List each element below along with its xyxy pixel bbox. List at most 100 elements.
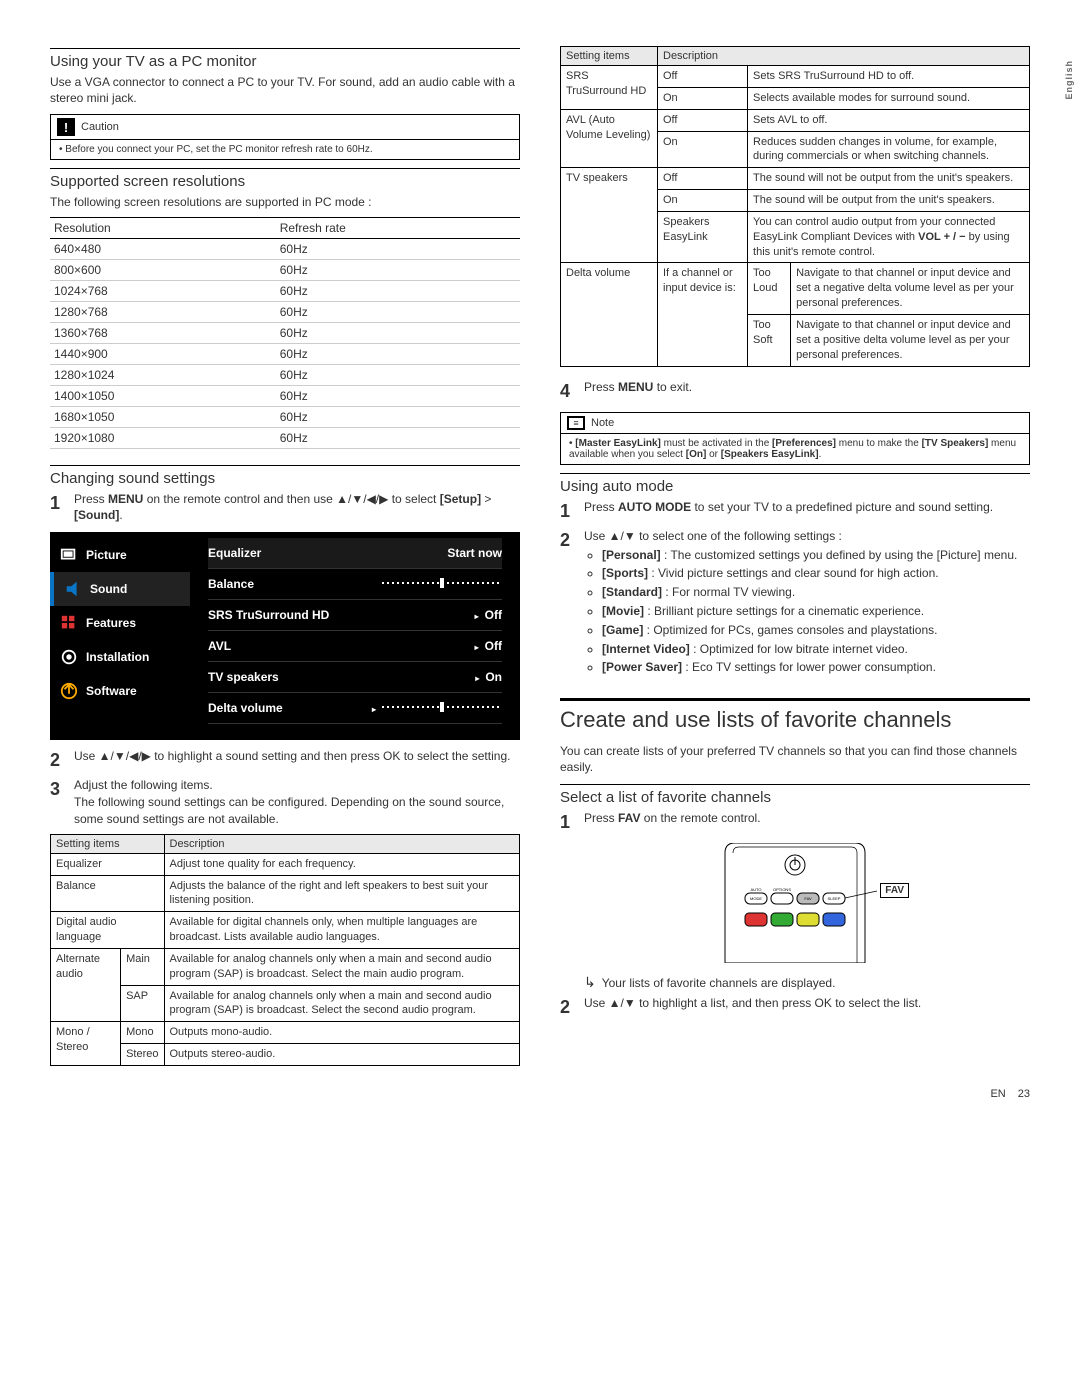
res-cell: 1280×768 <box>50 301 276 322</box>
t2-tvsp-off: Off <box>658 168 748 190</box>
list-item: [Game] : Optimized for PCs, games consol… <box>602 622 1030 639</box>
t2-delta-softd: Navigate to that channel or input device… <box>791 314 1030 366</box>
footer-page: 23 <box>1018 1088 1030 1100</box>
osd-row-name: AVL <box>208 639 231 653</box>
res-th2: Refresh rate <box>276 217 520 238</box>
t2-srs: SRS TruSurround HD <box>561 66 658 110</box>
sound-step2: Use ▲/▼/◀/▶ to highlight a sound setting… <box>74 748 520 773</box>
remote-btn-fav: FAV <box>804 896 812 901</box>
osd-icon <box>60 546 78 564</box>
t2-delta-loud: Too Loud <box>748 263 791 315</box>
osd-menu-picture: Picture <box>50 538 190 572</box>
t1-r3c2: Main <box>121 948 164 985</box>
osd-row: AVL▸Off <box>208 631 502 662</box>
sound-step3: Adjust the following items. The followin… <box>74 777 520 827</box>
sound-step1: Press MENU on the remote control and the… <box>74 491 520 525</box>
osd-screenshot: PictureSoundFeaturesInstallationSoftware… <box>50 532 520 740</box>
left-column: Using your TV as a PC monitor Use a VGA … <box>50 40 520 1078</box>
t2-delta-mid: If a channel or input device is: <box>658 263 748 366</box>
res-cell: 1280×1024 <box>50 364 276 385</box>
t1-r2d: Available for digital channels only, whe… <box>164 912 520 949</box>
list-item: [Standard] : For normal TV viewing. <box>602 584 1030 601</box>
osd-icon <box>60 648 78 666</box>
t1-h2: Description <box>164 834 520 853</box>
fav-step2: Use ▲/▼ to highlight a list, and then pr… <box>584 995 1030 1020</box>
note-label: Note <box>591 417 614 429</box>
hz-cell: 60Hz <box>276 385 520 406</box>
footer-lang: EN <box>990 1088 1005 1100</box>
list-item: [Internet Video] : Optimized for low bit… <box>602 641 1030 658</box>
t2-tvsp-el: Speakers EasyLink <box>658 211 748 263</box>
heading-sound: Changing sound settings <box>50 465 520 487</box>
res-cell: 1440×900 <box>50 343 276 364</box>
remote-illustration: FAV AUTOMODE OPTIONS FAV SLEEP <box>695 843 895 966</box>
auto-step1: Press AUTO MODE to set your TV to a pred… <box>584 499 1030 524</box>
language-tab: English <box>1064 60 1074 100</box>
t1-r1d: Adjusts the balance of the right and lef… <box>164 875 520 912</box>
heading-resolutions: Supported screen resolutions <box>50 168 520 190</box>
fav-callout: FAV <box>880 883 909 898</box>
t2-h2: Description <box>658 47 1030 66</box>
t2-delta-loudd: Navigate to that channel or input device… <box>791 263 1030 315</box>
t2-srs-off: Off <box>658 66 748 88</box>
table-row: 1280×76860Hz <box>50 301 520 322</box>
page-columns: Using your TV as a PC monitor Use a VGA … <box>50 40 1030 1078</box>
res-cell: 640×480 <box>50 238 276 259</box>
t1-r3d: Available for analog channels only when … <box>164 948 520 985</box>
t1-r0c1: Equalizer <box>51 853 165 875</box>
pc-monitor-intro: Use a VGA connector to connect a PC to y… <box>50 74 520 106</box>
osd-icon <box>64 580 82 598</box>
res-cell: 800×600 <box>50 259 276 280</box>
fav-step1: Press FAV on the remote control. <box>584 810 1030 835</box>
right-column: Setting items Description SRS TruSurroun… <box>560 40 1030 1078</box>
osd-row-name: TV speakers <box>208 670 279 684</box>
res-cell: 1400×1050 <box>50 385 276 406</box>
osd-menu-label: Software <box>86 684 137 698</box>
table-row: 1024×76860Hz <box>50 280 520 301</box>
resolution-table: Resolution Refresh rate 640×48060Hz800×6… <box>50 217 520 449</box>
t1-r6c2: Stereo <box>121 1044 164 1066</box>
t1-r3c1: Alternate audio <box>51 948 121 1021</box>
t2-avl-off: Off <box>658 109 748 131</box>
hz-cell: 60Hz <box>276 280 520 301</box>
res-th1: Resolution <box>50 217 276 238</box>
caution-label: Caution <box>81 121 119 133</box>
t1-r5d: Outputs mono-audio. <box>164 1022 520 1044</box>
t2-tvsp-offd: The sound will not be output from the un… <box>748 168 1030 190</box>
sound-settings-table-1: Setting items Description EqualizerAdjus… <box>50 834 520 1066</box>
table-row: 640×48060Hz <box>50 238 520 259</box>
fav-result: ↳Your lists of favorite channels are dis… <box>560 974 1030 991</box>
table-row: 1680×105060Hz <box>50 406 520 427</box>
t1-r0d: Adjust tone quality for each frequency. <box>164 853 520 875</box>
caution-box: ! Caution • Before you connect your PC, … <box>50 114 520 160</box>
list-item: [Power Saver] : Eco TV settings for lowe… <box>602 659 1030 676</box>
hz-cell: 60Hz <box>276 238 520 259</box>
table-row: 800×60060Hz <box>50 259 520 280</box>
osd-row: TV speakers▸On <box>208 662 502 693</box>
t1-r2c1: Digital audio language <box>51 912 165 949</box>
osd-icon <box>60 682 78 700</box>
osd-row: Balance <box>208 569 502 600</box>
list-item: [Sports] : Vivid picture settings and cl… <box>602 565 1030 582</box>
osd-row-name: Delta volume <box>208 701 283 715</box>
caution-body: Before you connect your PC, set the PC m… <box>65 144 372 155</box>
t2-avl-ond: Reduces sudden changes in volume, for ex… <box>748 131 1030 168</box>
fav-intro: You can create lists of your preferred T… <box>560 743 1030 775</box>
osd-row: EqualizerStart now <box>208 538 502 569</box>
res-cell: 1920×1080 <box>50 427 276 448</box>
table-row: 1280×102460Hz <box>50 364 520 385</box>
heading-select-fav: Select a list of favorite channels <box>560 784 1030 806</box>
osd-row-name: SRS TruSurround HD <box>208 608 329 622</box>
heading-favorites: Create and use lists of favorite channel… <box>560 698 1030 733</box>
t1-r1c1: Balance <box>51 875 165 912</box>
osd-menu-label: Features <box>86 616 136 630</box>
t2-avl-offd: Sets AVL to off. <box>748 109 1030 131</box>
table-row: 1920×108060Hz <box>50 427 520 448</box>
note-body: • [Master EasyLink] must be activated in… <box>561 433 1029 464</box>
caution-icon: ! <box>57 118 75 136</box>
t2-avl-on: On <box>658 131 748 168</box>
osd-row-name: Balance <box>208 577 254 591</box>
t1-r4d: Available for analog channels only when … <box>164 985 520 1022</box>
res-cell: 1360×768 <box>50 322 276 343</box>
t2-delta: Delta volume <box>561 263 658 366</box>
